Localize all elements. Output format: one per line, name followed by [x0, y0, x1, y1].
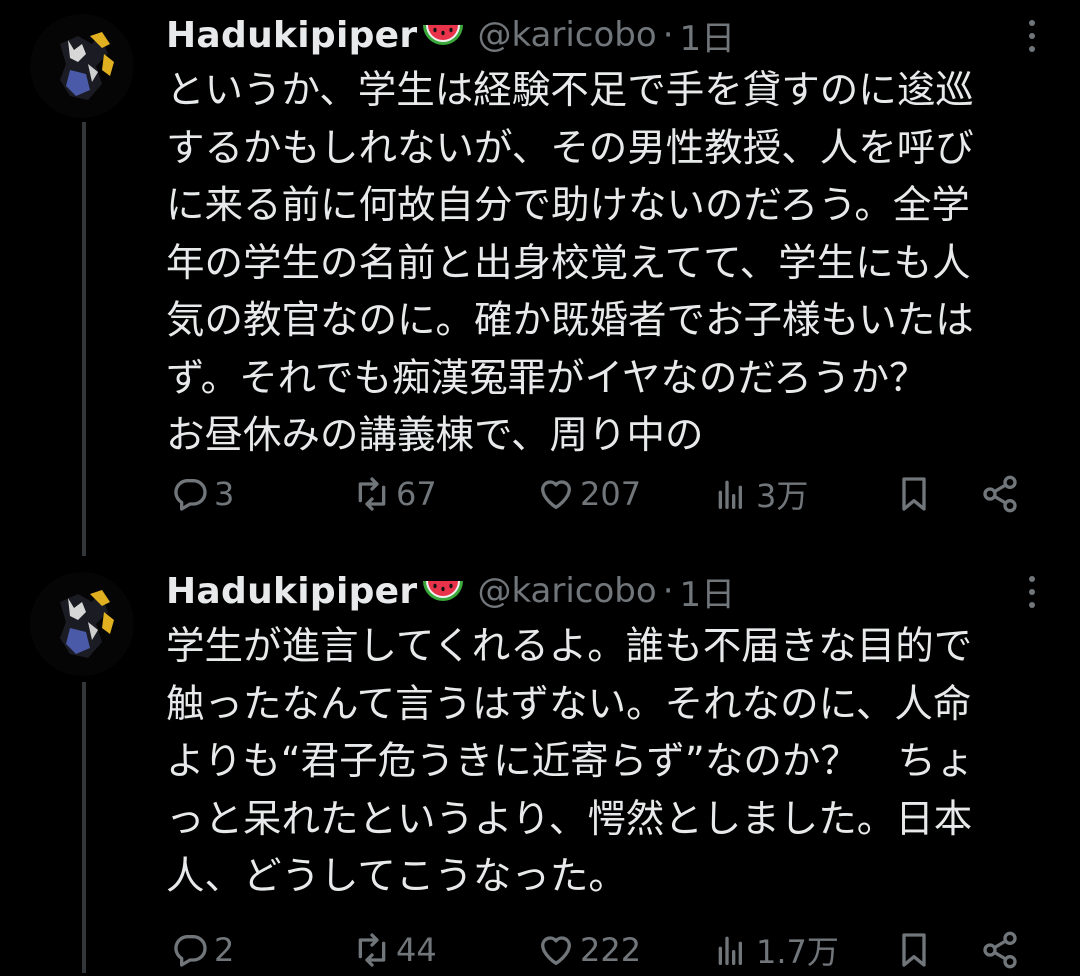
- avatar[interactable]: [30, 572, 134, 676]
- tweet-text-line: よりも“君子危うきに近寄らず”なのか？ ちょ: [166, 739, 975, 784]
- heart-icon: [541, 480, 571, 509]
- bookmark-button[interactable]: [894, 468, 938, 520]
- views-button[interactable]: 3万: [712, 468, 808, 520]
- tweet-text-line: お昼休みの講義棟で、周り中の: [166, 413, 704, 458]
- analytics-icon: [718, 936, 742, 965]
- share-icon: [983, 475, 1017, 513]
- repost-count: 67: [396, 475, 437, 513]
- timestamp[interactable]: 1日: [680, 11, 736, 60]
- user-handle[interactable]: @karicobo: [477, 15, 656, 55]
- bookmark-icon: [902, 477, 926, 511]
- more-options-icon[interactable]: [1028, 576, 1036, 612]
- share-button[interactable]: [980, 468, 1024, 520]
- repost-icon: [358, 933, 386, 967]
- tweet-text: というか、学生は経験不足で手を貸すのに逡巡 するかもしれないが、その男性教授、人…: [166, 62, 1046, 465]
- tweet[interactable]: Hadukipiper @karicobo · 1日 学生が進言してくれるよ。誰…: [0, 556, 1080, 973]
- like-count: 222: [580, 931, 642, 969]
- tweet-text-line: っと呆れたというより、愕然としました。日本: [166, 796, 973, 842]
- tweet-text-line: するかもしれないが、その男性教授、人を呼び: [166, 125, 974, 171]
- bookmark-icon: [902, 933, 926, 967]
- display-name[interactable]: Hadukipiper: [166, 15, 417, 56]
- repost-button[interactable]: 44: [352, 924, 437, 976]
- tweet-text-line: というか、学生は経験不足で手を貸すのに逡巡: [166, 68, 974, 113]
- views-button[interactable]: 1.7万: [712, 924, 839, 976]
- tweet[interactable]: Hadukipiper @karicobo · 1日 というか、学生は経験不足で…: [0, 0, 1080, 556]
- tweet-header: Hadukipiper @karicobo · 1日: [166, 566, 735, 616]
- like-button[interactable]: 222: [536, 924, 641, 976]
- tweet-text-line: 学生が進言してくれるよ。誰も不届きな目的で: [166, 624, 973, 669]
- tweet-text-line: 人、どうしてこうなった。: [166, 854, 627, 899]
- tweet-header: Hadukipiper @karicobo · 1日: [166, 10, 735, 60]
- reply-button[interactable]: 2: [170, 924, 234, 976]
- reply-count: 3: [214, 475, 235, 513]
- watermelon-emoji: [421, 569, 465, 613]
- separator-dot: ·: [662, 571, 674, 611]
- reply-icon: [174, 479, 207, 511]
- action-bar: 2 44 222 1.7万: [166, 924, 1046, 976]
- timestamp[interactable]: 1日: [680, 567, 736, 616]
- repost-button[interactable]: 67: [352, 468, 437, 520]
- share-icon: [983, 931, 1017, 969]
- like-button[interactable]: 207: [536, 468, 641, 520]
- reply-icon: [174, 935, 207, 967]
- repost-icon: [358, 477, 386, 511]
- analytics-icon: [718, 480, 742, 509]
- avatar[interactable]: [30, 14, 134, 118]
- share-button[interactable]: [980, 924, 1024, 976]
- thread-line: [82, 122, 86, 556]
- more-options-icon[interactable]: [1028, 20, 1036, 56]
- tweet-text-line: 気の教官なのに。確か既婚者でお子様もいたは: [166, 298, 974, 343]
- thread-line: [82, 682, 86, 973]
- like-count: 207: [580, 475, 642, 513]
- bookmark-button[interactable]: [894, 924, 938, 976]
- watermelon-emoji: [421, 13, 465, 57]
- view-count: 3万: [756, 477, 809, 515]
- tweet-text-line: に来る前に何故自分で助けないのだろう。全学: [166, 183, 970, 228]
- action-bar: 3 67 207 3万: [166, 468, 1046, 520]
- heart-icon: [541, 936, 571, 965]
- display-name[interactable]: Hadukipiper: [166, 571, 417, 612]
- reply-button[interactable]: 3: [170, 468, 234, 520]
- user-handle[interactable]: @karicobo: [477, 571, 656, 611]
- tweet-text-line: 年の学生の名前と出身校覚えてて、学生にも人: [166, 240, 971, 286]
- separator-dot: ·: [662, 15, 674, 55]
- view-count: 1.7万: [756, 933, 839, 971]
- tweet-text: 学生が進言してくれるよ。誰も不届きな目的で 触ったなんて言うはずない。それなのに…: [166, 618, 1046, 906]
- tweet-text-line: 触ったなんて言うはずない。それなのに、人命: [166, 681, 972, 727]
- reply-count: 2: [214, 931, 235, 969]
- tweet-text-line: ず。それでも痴漢冤罪がイヤなのだろうか？: [166, 355, 928, 401]
- repost-count: 44: [396, 931, 437, 969]
